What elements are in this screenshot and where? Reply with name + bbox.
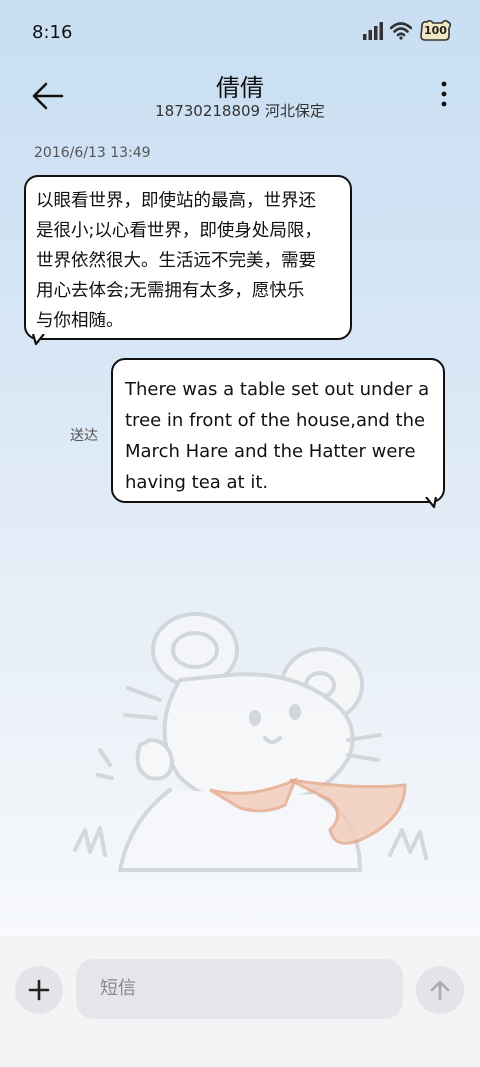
contact-info: 18730218809 河北保定 (155, 102, 325, 120)
message-timestamp: 2016/6/13 13:49 (34, 145, 151, 161)
message-line: 世界依然很大。生活远不完美，需要 (36, 251, 316, 271)
delivery-status: 送达 (70, 428, 98, 444)
message-line: tree in front of the house,and the (125, 410, 426, 431)
wifi-icon (390, 22, 412, 40)
conversation-header: 倩倩 18730218809 河北保定 (0, 66, 480, 136)
message-line: 用心去体会;无需拥有太多，愿快乐 (36, 281, 305, 301)
signal-icon (363, 22, 383, 40)
battery-icon: 100 (418, 20, 452, 42)
status-icons: 100 (362, 20, 452, 42)
mouse-mascot-illustration (73, 612, 428, 872)
outgoing-message-bubble[interactable]: There was a table set out under a tree i… (111, 358, 445, 503)
contact-name: 倩倩 (216, 74, 264, 102)
message-line: March Hare and the Hatter were (125, 441, 416, 462)
message-line: 以眼看世界，即使站的最高，世界还 (36, 191, 316, 211)
battery-level: 100 (424, 24, 447, 37)
incoming-message-bubble[interactable]: 以眼看世界，即使站的最高，世界还 是很小;以心看世界，即使身处局限， 世界依然很… (24, 175, 352, 340)
status-bar: 8:16 100 (0, 0, 480, 66)
status-time: 8:16 (32, 22, 73, 43)
incoming-bubble-tail (32, 334, 45, 346)
message-line: 与你相随。 (36, 311, 124, 331)
more-vertical-icon[interactable] (440, 80, 448, 110)
send-button[interactable] (416, 966, 464, 1014)
outgoing-bubble-tail (425, 497, 438, 509)
message-line: 是很小;以心看世界，即使身处局限， (36, 221, 322, 241)
message-line: having tea at it. (125, 472, 269, 493)
message-line: There was a table set out under a (125, 379, 430, 400)
plus-icon (28, 979, 50, 1001)
send-arrow-icon (430, 980, 450, 1001)
add-attachment-button[interactable] (15, 966, 63, 1014)
message-input[interactable]: 短信 (76, 959, 403, 1019)
